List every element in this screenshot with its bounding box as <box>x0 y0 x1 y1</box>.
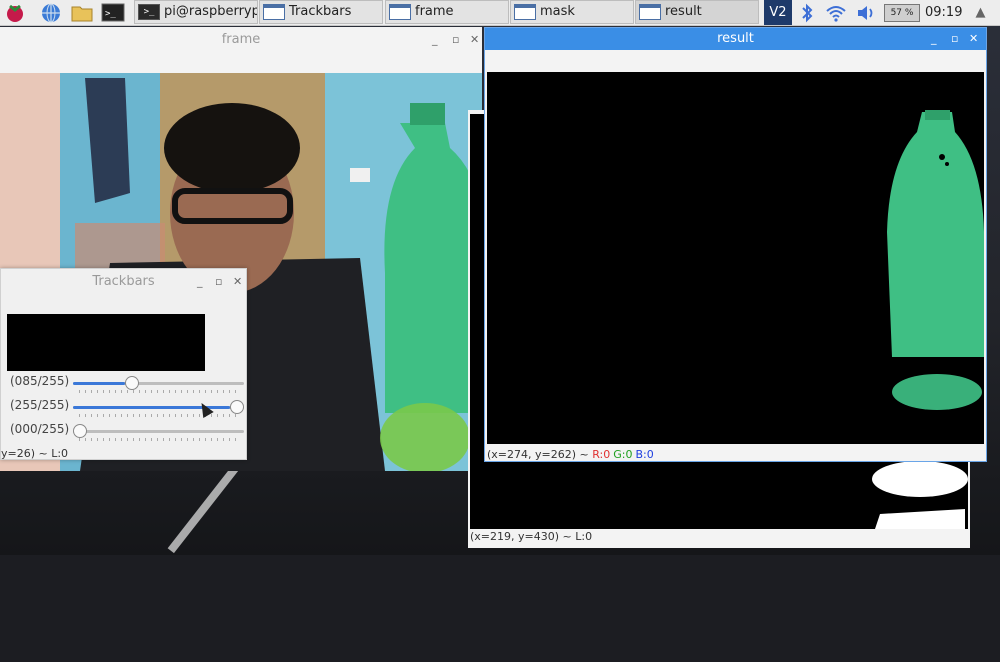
trackbars-window: Trackbars _ ▫ ✕ (085/255) (255/255) (000… <box>0 268 247 460</box>
terminal-icon[interactable]: >_ <box>101 1 125 24</box>
frame-titlebar[interactable]: frame <box>0 27 482 57</box>
trackbar-row-1: (085/255) <box>1 372 248 394</box>
taskbar-button-frame[interactable]: frame <box>385 0 509 24</box>
result-image <box>487 72 984 444</box>
file-manager-icon[interactable] <box>70 1 94 24</box>
taskbar-button-mask[interactable]: mask <box>510 0 634 24</box>
maximize-icon[interactable]: ▫ <box>452 33 459 46</box>
status-g: G:0 <box>613 448 633 461</box>
close-icon[interactable]: ✕ <box>470 33 479 46</box>
window-icon <box>514 4 536 20</box>
clock[interactable]: 09:19 <box>925 0 962 25</box>
window-icon <box>263 4 285 20</box>
color-preview <box>7 314 205 371</box>
trackbar-fill <box>73 382 126 385</box>
trackbar-handle[interactable] <box>125 376 140 390</box>
vnc-icon[interactable]: V2 <box>764 0 792 25</box>
maximize-icon[interactable]: ▫ <box>951 32 958 45</box>
result-titlebar[interactable]: result <box>485 28 986 50</box>
eject-icon[interactable]: ▲ <box>968 0 993 25</box>
trackbar-label: (085/255) <box>10 374 70 388</box>
minimize-icon[interactable]: _ <box>197 275 203 288</box>
terminal-icon: >_ <box>138 4 160 20</box>
minimize-icon[interactable]: _ <box>432 33 438 46</box>
wifi-icon[interactable] <box>824 0 848 25</box>
status-b: B:0 <box>635 448 654 461</box>
trackbar-ticks <box>79 414 239 417</box>
trackbar-groove[interactable] <box>73 430 244 433</box>
trackbar-row <box>1 640 248 662</box>
bluetooth-icon[interactable] <box>796 0 818 25</box>
maximize-icon[interactable]: ▫ <box>215 275 222 288</box>
window-title: result <box>717 31 754 46</box>
minimize-icon[interactable]: _ <box>931 32 937 45</box>
close-icon[interactable]: ✕ <box>233 275 242 288</box>
trackbars-titlebar[interactable]: Trackbars <box>1 269 246 299</box>
result-window: result _ ▫ ✕ (x=274, y=262) ~ R:0 G:0 B:0 <box>484 27 987 462</box>
svg-text:>_: >_ <box>105 9 116 19</box>
trackbar-handle[interactable] <box>73 424 87 438</box>
status-r: R:0 <box>592 448 611 461</box>
window-icon <box>389 4 411 20</box>
trackbar-ticks <box>79 390 239 393</box>
taskbar-button-trackbars[interactable]: Trackbars <box>259 0 383 24</box>
status-coords: (x=274, y=262) ~ <box>487 448 589 461</box>
window-icon <box>639 4 661 20</box>
taskbar-button-terminal[interactable]: >_pi@raspberrypi:... <box>134 0 258 24</box>
close-icon[interactable]: ✕ <box>969 32 978 45</box>
raspberry-menu-icon[interactable] <box>3 1 27 24</box>
window-title: frame <box>221 32 261 47</box>
trackbar-ticks <box>79 438 239 441</box>
trackbars-status-bar: y=26) ~ L:0 <box>1 447 69 460</box>
trackbar-label: (255/255) <box>10 398 70 412</box>
trackbar-label: (000/255) <box>10 422 70 436</box>
mask-status-bar: (x=219, y=430) ~ L:0 <box>470 530 593 543</box>
trackbar-handle[interactable] <box>230 400 244 414</box>
trackbar-row-3: (000/255) <box>1 420 248 442</box>
result-status-bar: (x=274, y=262) ~ R:0 G:0 B:0 <box>487 448 654 461</box>
battery-indicator[interactable]: 57 % <box>884 4 920 22</box>
web-browser-icon[interactable] <box>39 1 63 24</box>
taskbar-button-result[interactable]: result <box>635 0 759 24</box>
volume-icon[interactable] <box>854 0 878 25</box>
taskbar: >_ >_pi@raspberrypi:... Trackbars frame … <box>0 0 1000 26</box>
window-title: Trackbars <box>92 274 155 289</box>
